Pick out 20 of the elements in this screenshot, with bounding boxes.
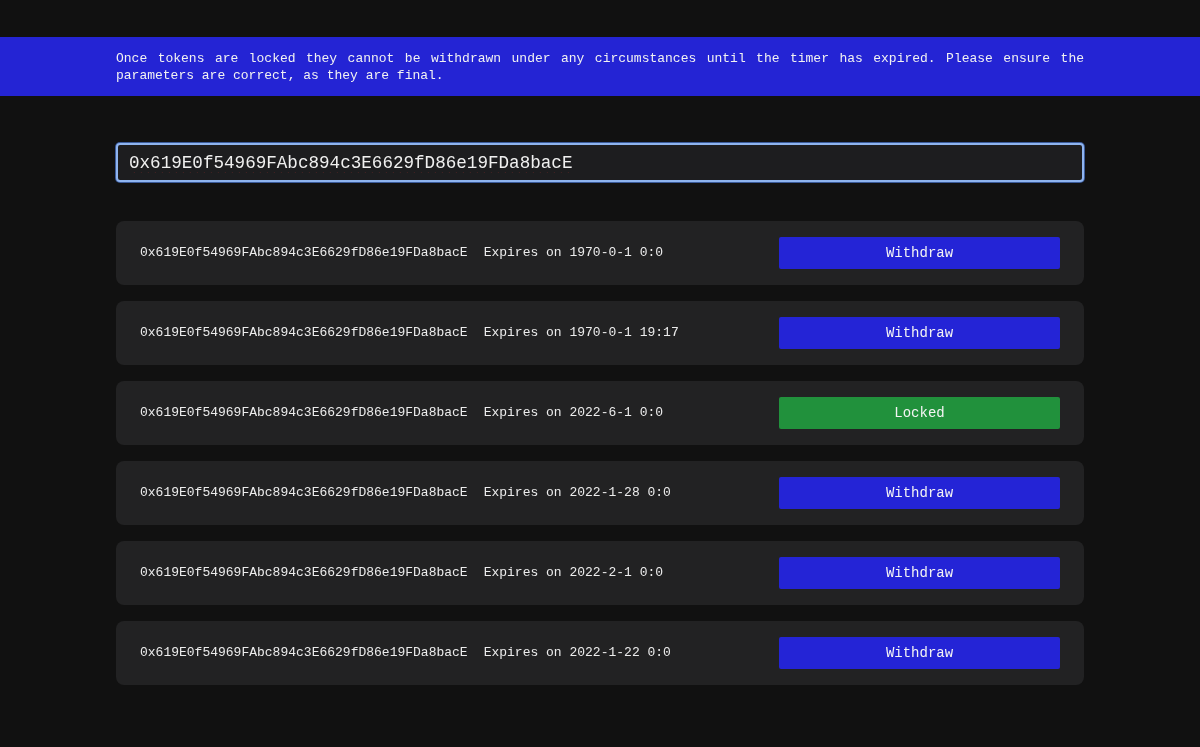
lock-address: 0x619E0f54969FAbc894c3E6629fD86e19FDa8bacE bbox=[140, 324, 468, 343]
withdraw-button[interactable]: Withdraw bbox=[779, 477, 1060, 509]
lock-address: 0x619E0f54969FAbc894c3E6629fD86e19FDa8bacE bbox=[140, 644, 468, 663]
withdraw-button[interactable]: Withdraw bbox=[779, 237, 1060, 269]
lock-address: 0x619E0f54969FAbc894c3E6629fD86e19FDa8bacE bbox=[140, 404, 468, 423]
expiry-date: Expires on 2022-1-28 0:0 bbox=[483, 484, 671, 503]
expiry-date: Expires on 1970-0-1 19:17 bbox=[483, 324, 679, 343]
warning-text: Once tokens are locked they cannot be withdrawn under any circumstances until the timer has expired. Please ensure the parameters are correct, as they are final. bbox=[116, 50, 1084, 84]
expiry-date: Expires on 1970-0-1 0:0 bbox=[483, 244, 664, 263]
address-input-field[interactable]: 0x619E0f54969FAbc894c3E6629fD86e19FDa8bacE bbox=[116, 143, 1084, 182]
lock-address: 0x619E0f54969FAbc894c3E6629fD86e19FDa8bacE bbox=[140, 244, 468, 263]
lock-address: 0x619E0f54969FAbc894c3E6629fD86e19FDa8bacE bbox=[140, 564, 468, 583]
withdraw-button[interactable]: Withdraw bbox=[779, 557, 1060, 589]
expiry-date: Expires on 2022-1-22 0:0 bbox=[483, 644, 671, 663]
expiry-date: Expires on 2022-2-1 0:0 bbox=[483, 564, 664, 583]
withdraw-button[interactable]: Withdraw bbox=[779, 637, 1060, 669]
withdraw-button[interactable]: Withdraw bbox=[779, 317, 1060, 349]
locked-button[interactable]: Locked bbox=[779, 397, 1060, 429]
expiry-date: Expires on 2022-6-1 0:0 bbox=[483, 404, 664, 423]
lock-address: 0x619E0f54969FAbc894c3E6629fD86e19FDa8bacE bbox=[140, 484, 468, 503]
